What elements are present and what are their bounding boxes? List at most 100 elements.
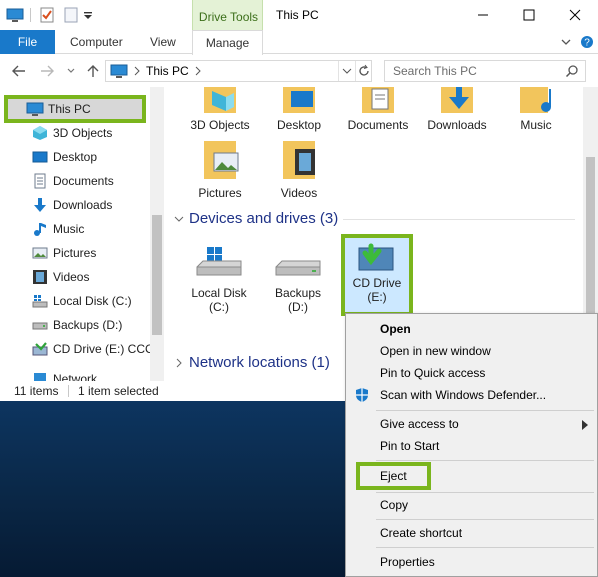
tile-label: Local Disk [191,286,247,300]
network-locations-header[interactable]: Network locations (1) [189,354,330,371]
folder-tile-pictures[interactable]: Pictures [180,139,260,200]
svg-text:?: ? [584,38,590,49]
folder-icon [362,87,394,113]
menu-item-pin-quick-access[interactable]: Pin to Quick access [346,362,598,384]
folder-tile-downloads[interactable]: Downloads [417,87,497,132]
menu-item-give-access[interactable]: Give access to [346,413,598,435]
search-input[interactable]: Search This PC [384,60,586,82]
folder-tile-documents[interactable]: Documents [338,87,418,132]
chevron-down-icon[interactable] [82,6,100,24]
chevron-down-icon[interactable] [173,213,185,228]
chevron-right-icon [582,419,588,433]
sidebar-item-downloads[interactable]: Downloads [0,194,150,216]
up-button[interactable] [84,62,102,80]
scrollbar-thumb[interactable] [152,215,162,335]
folder-icon [520,87,551,113]
tab-manage[interactable]: Manage [192,30,263,55]
chevron-down-icon[interactable] [560,36,572,51]
tab-computer[interactable]: Computer [70,30,123,54]
folder-tile-3d-objects[interactable]: 3D Objects [180,87,260,132]
cd-drive-icon [32,341,48,357]
computer-icon[interactable] [6,6,24,24]
menu-item-eject[interactable]: Eject [356,462,431,490]
desktop-icon [32,149,48,165]
new-folder-icon[interactable] [62,6,80,24]
pictures-icon [32,245,48,261]
selection-count: 1 item selected [78,384,159,398]
forward-button[interactable] [38,62,56,80]
folder-tile-music[interactable]: Music [496,87,576,132]
sidebar-item-this-pc[interactable]: This PC [4,95,146,123]
chevron-right-icon[interactable] [194,65,202,80]
navigation-pane-scrollbar[interactable] [150,87,164,381]
search-icon[interactable] [565,64,579,81]
menu-separator [376,519,594,520]
properties-icon[interactable] [38,6,56,24]
menu-item-copy[interactable]: Copy [346,494,598,516]
folder-icon [204,87,236,113]
folder-tile-desktop[interactable]: Desktop [259,87,339,132]
menu-item-properties[interactable]: Properties [346,551,598,573]
drive-tile-backups[interactable]: Backups (D:) [258,243,338,314]
chevron-right-icon[interactable] [173,357,185,372]
minimize-button[interactable] [460,0,506,30]
sidebar-item-documents[interactable]: Documents [0,170,150,192]
hard-drive-icon [275,260,321,276]
sidebar-item-label: Videos [53,270,90,284]
devices-and-drives-header[interactable]: Devices and drives (3) [189,210,338,227]
close-button[interactable] [552,0,598,30]
sidebar-item-desktop[interactable]: Desktop [0,146,150,168]
address-field[interactable]: This PC [105,60,372,82]
menu-item-label: Create shortcut [380,526,463,540]
menu-item-label: Copy [380,498,409,512]
tab-file[interactable]: File [0,30,55,54]
breadcrumb[interactable]: This PC [146,64,189,78]
download-arrow-icon [32,197,48,213]
tile-label: Documents [347,118,409,132]
sidebar-item-label: Network [53,372,98,381]
tile-label: Videos [280,186,318,200]
maximize-button[interactable] [506,0,552,30]
recent-locations-button[interactable] [62,62,80,80]
sidebar-item-3d-objects[interactable]: 3D Objects [0,122,150,144]
sidebar-item-cd-drive[interactable]: CD Drive (E:) CCC [0,338,154,360]
documents-icon [32,173,48,189]
drive-letter: (E:) [367,290,387,304]
tab-view[interactable]: View [150,30,176,54]
tile-label: Music [520,118,552,132]
folder-icon [283,141,315,179]
menu-item-create-shortcut[interactable]: Create shortcut [346,522,598,544]
menu-separator [376,460,594,461]
refresh-button[interactable] [355,61,371,81]
chevron-right-icon[interactable] [133,65,141,80]
sidebar-item-backups[interactable]: Backups (D:) [0,314,150,336]
address-dropdown-button[interactable] [338,61,354,81]
drive-tile-local-disk[interactable]: Local Disk (C:) [179,243,259,314]
menu-item-scan-defender[interactable]: Scan with Windows Defender... [346,384,598,406]
menu-item-open[interactable]: Open [346,318,598,340]
sidebar-item-local-disk[interactable]: Local Disk (C:) [0,290,150,312]
help-icon[interactable]: ? [580,35,594,52]
folder-icon [204,141,239,179]
drive-tile-cd-drive[interactable]: CD Drive (E:) [341,234,413,316]
menu-item-pin-start[interactable]: Pin to Start [346,435,598,457]
sidebar-item-music[interactable]: Music [0,218,150,240]
folder-tile-videos[interactable]: Videos [259,139,339,200]
group-divider [343,219,575,220]
menu-item-label: Pin to Quick access [380,366,486,380]
sidebar-item-pictures[interactable]: Pictures [0,242,150,264]
windows-drive-icon [196,247,242,276]
menu-item-label: Open [380,322,411,336]
menu-item-open-new-window[interactable]: Open in new window [346,340,598,362]
drive-letter: (C:) [209,300,229,314]
sidebar-item-network[interactable]: Network [0,368,150,381]
title-bar: Drive Tools This PC [0,0,598,54]
menu-item-label: Pin to Start [380,439,440,453]
tile-label: Downloads [427,118,487,132]
menu-item-label: Give access to [380,417,459,431]
window-title: This PC [276,8,319,22]
sidebar-item-label: Documents [53,174,114,188]
scrollbar-thumb[interactable] [586,157,595,327]
sidebar-item-videos[interactable]: Videos [0,266,150,288]
back-button[interactable] [10,62,28,80]
